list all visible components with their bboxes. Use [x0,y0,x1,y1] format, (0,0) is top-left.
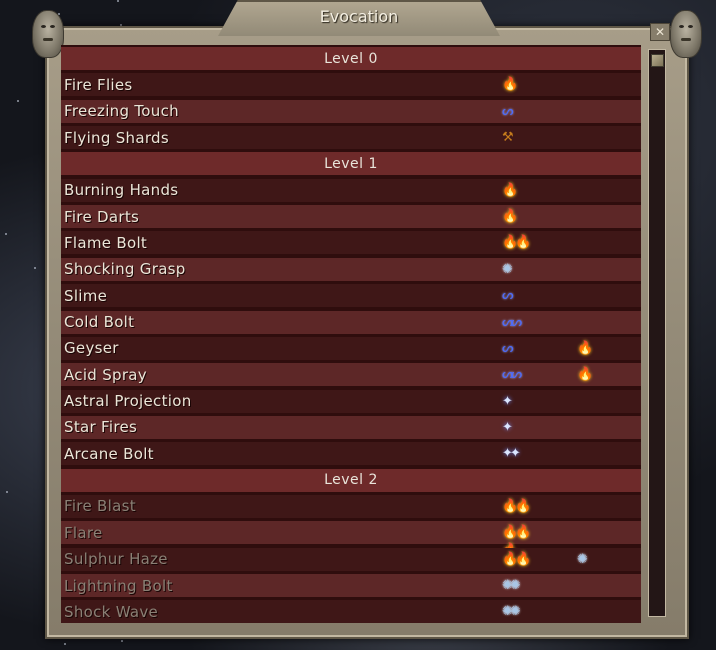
level-header-label: Level 1 [324,155,378,172]
level-header-label: Level 0 [324,50,378,67]
spell-row[interactable]: Fire Flies 🔥 [61,73,641,97]
window-title: Evocation [319,7,399,26]
level-header: Level 2 [61,468,641,492]
spell-name: Flame Bolt [64,233,148,252]
spell-name: Fire Flies [64,75,133,94]
spell-name: Cold Bolt [64,313,135,331]
spell-name: Shock Wave [64,602,159,621]
spell-row[interactable]: Burning Hands 🔥 [61,178,641,202]
spell-row[interactable]: Slime ᔕ [61,284,641,308]
scroll-thumb[interactable] [651,54,664,67]
air-element-icon: ✺ [502,261,513,277]
spell-name: Shocking Grasp [64,260,186,279]
star-dot [64,643,66,645]
fire-element-icon: 🔥 [577,367,593,383]
spell-name: Flare [64,523,103,542]
spell-name: Flying Shards [64,128,169,147]
spell-row[interactable]: Sulphur Haze 🔥🔥 ✺ [61,547,641,571]
spell-row[interactable]: Arcane Bolt ✦✦ [61,442,641,466]
spell-name: Freezing Touch [64,102,179,121]
water-element-icon: ᔕ [502,288,514,304]
fire-element-icon: 🔥🔥 [502,235,531,251]
close-button[interactable]: ✕ [650,23,670,41]
water-element-icon: ᔕᔕ [502,314,522,330]
spell-row[interactable]: Acid Spray ᔕᔕ 🔥 [61,363,641,387]
level-header: Level 0 [61,47,641,70]
stone-head-ornament-right-icon [670,10,702,58]
air-element-icon: ✺✺ [502,604,521,620]
fire-element-icon: 🔥 [502,209,518,225]
spell-name: Fire Blast [64,497,136,516]
spell-row[interactable]: Fire Darts 🔥 [61,205,641,229]
spell-name: Sulphur Haze [64,550,168,569]
spell-name: Acid Spray [64,365,147,384]
fire-element-icon: 🔥🔥 [502,551,531,567]
spell-row[interactable]: Geyser ᔕ 🔥 [61,336,641,360]
magic-element-icon: ✦✦ [502,446,521,462]
scrollbar[interactable] [648,49,666,617]
fire-element-icon: 🔥🔥🔥 [502,525,531,558]
spell-name: Arcane Bolt [64,444,154,463]
spell-row[interactable]: Lightning Bolt ✺✺ [61,574,641,597]
star-dot [6,491,8,493]
star-dot [117,0,119,2]
star-dot [5,233,7,235]
fire-element-icon: 🔥 [577,340,593,356]
fire-element-icon: 🔥 [502,77,518,93]
fire-element-icon: 🔥 [502,182,518,198]
level-header: Level 1 [61,152,641,176]
level-header-label: Level 2 [324,472,378,489]
air-element-icon: ✺✺ [502,578,521,593]
water-element-icon: ᔕᔕ [502,367,522,383]
air-element-icon: ✺ [577,551,588,567]
spell-row[interactable]: Flying Shards ⚒ [61,126,641,150]
spell-list: Level 0 Fire Flies 🔥 Freezing Touch ᔕ Flying … [61,45,641,624]
spell-name: Slime [64,286,108,305]
earth-element-icon: ⚒ [502,130,514,146]
spell-row[interactable]: Cold Bolt ᔕᔕ [61,310,641,334]
magic-element-icon: ✦ [502,419,513,435]
magic-element-icon: ✦ [502,393,513,409]
star-dot [34,267,36,269]
star-dot [17,100,19,102]
spell-row[interactable]: Flame Bolt 🔥🔥 [61,231,641,255]
water-element-icon: ᔕ [502,103,514,119]
spell-row[interactable]: Freezing Touch ᔕ [61,99,641,123]
spell-row[interactable]: Flare 🔥🔥🔥 [61,521,641,558]
star-dot [121,640,123,642]
spell-name: Star Fires [64,418,138,437]
spell-row[interactable]: Star Fires ✦ [61,415,641,439]
spell-name: Burning Hands [64,181,179,200]
spell-row[interactable]: Shocking Grasp ✺ [61,257,641,281]
fire-element-icon: 🔥🔥 [502,498,531,514]
spell-name: Astral Projection [64,392,192,411]
spell-name: Fire Darts [64,207,140,226]
spell-row[interactable]: Shock Wave ✺✺ [61,600,641,624]
spell-row[interactable]: Astral Projection ✦ [61,389,641,413]
spell-name: Geyser [64,339,119,358]
stone-head-ornament-left-icon [32,10,64,58]
water-element-icon: ᔕ [502,340,514,356]
spell-row[interactable]: Fire Blast 🔥🔥 [61,494,641,518]
spell-name: Lightning Bolt [64,576,173,595]
